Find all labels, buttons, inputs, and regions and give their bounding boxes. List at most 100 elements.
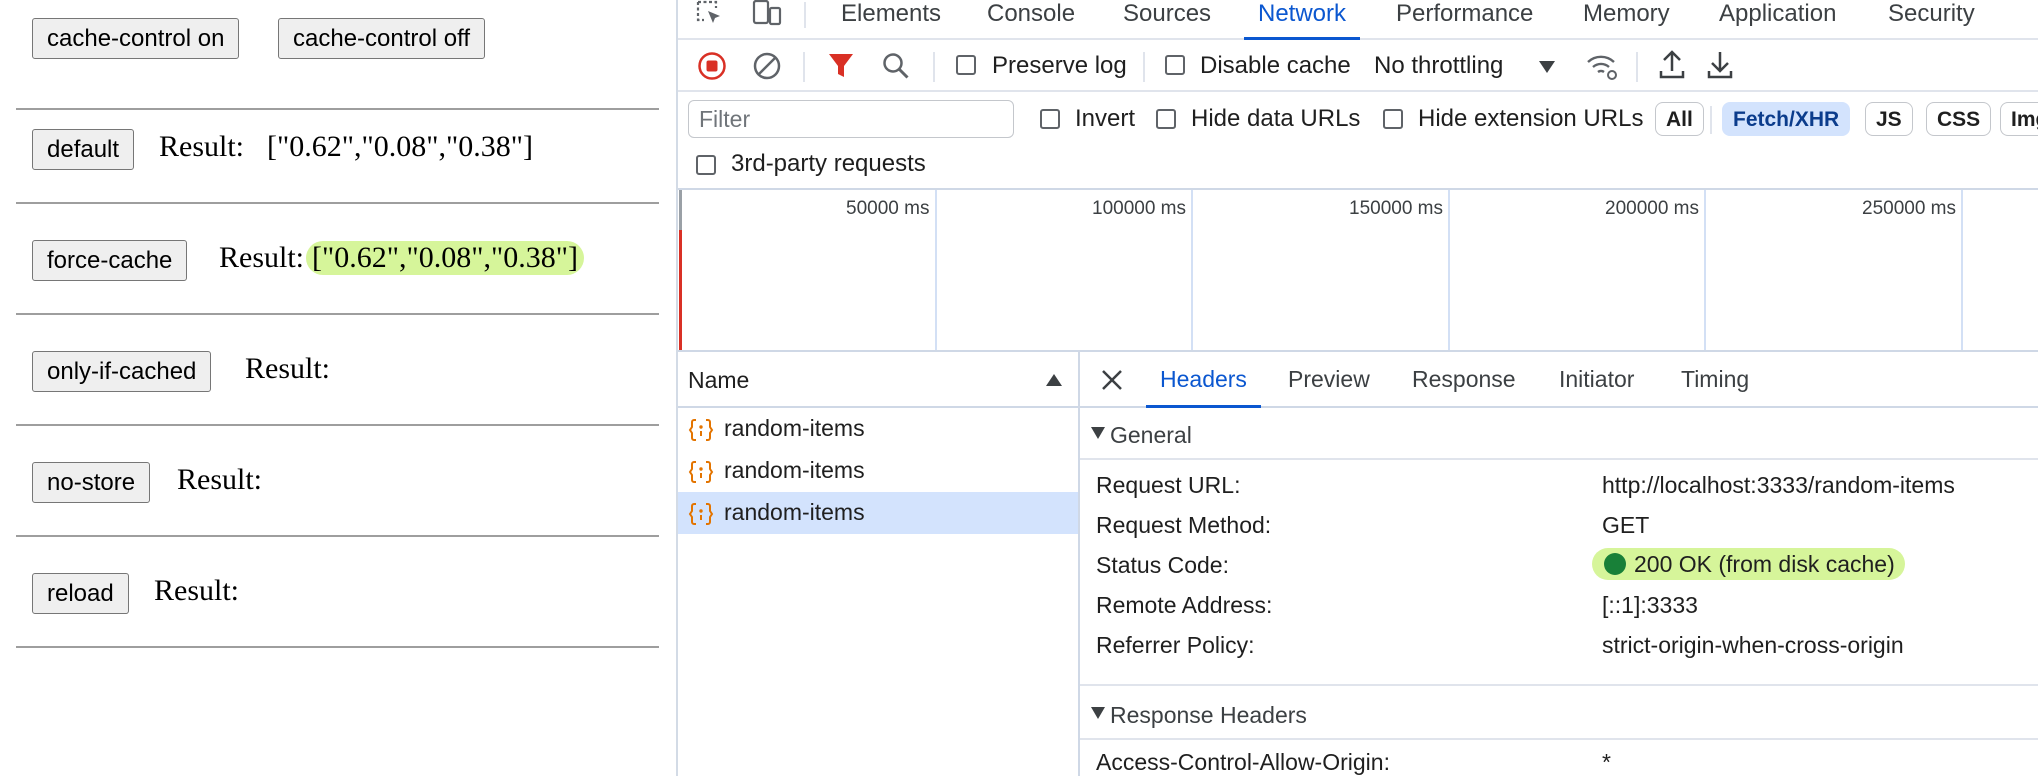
request-row-selected[interactable]: random-items — [678, 492, 1078, 534]
referrer-policy-value: strict-origin-when-cross-origin — [1602, 632, 1904, 658]
disable-cache-checkbox[interactable] — [1165, 55, 1185, 75]
tab-sources[interactable]: Sources — [1123, 0, 1211, 40]
request-list: Name random-items random-items random-it… — [678, 352, 1080, 776]
referrer-policy-key: Referrer Policy: — [1096, 632, 1255, 658]
chip-img[interactable]: Img — [2000, 102, 2038, 136]
tab-console[interactable]: Console — [987, 0, 1075, 40]
hide-extension-urls-label: Hide extension URLs — [1418, 105, 1644, 132]
devtools-tabbar: Elements Console Sources Network Perform… — [678, 0, 2038, 40]
tab-preview[interactable]: Preview — [1288, 366, 1370, 393]
hide-extension-urls-checkbox[interactable] — [1383, 109, 1403, 129]
chevron-down-icon[interactable] — [1538, 60, 1556, 79]
xhr-icon — [688, 459, 714, 490]
chip-js[interactable]: JS — [1865, 102, 1913, 136]
timeline-tick: 200000 ms — [1605, 198, 1700, 219]
third-party-checkbox[interactable] — [696, 155, 716, 175]
filter-icon[interactable] — [827, 51, 855, 86]
tab-elements[interactable]: Elements — [841, 0, 941, 40]
cache-control-off-button[interactable]: cache-control off — [278, 18, 485, 59]
reload-result-label: Result: — [154, 574, 240, 607]
default-button[interactable]: default — [32, 129, 135, 170]
invert-label: Invert — [1075, 105, 1136, 132]
remote-address-value: [::1]:3333 — [1602, 592, 1698, 618]
timeline-tick: 50000 ms — [846, 198, 930, 219]
request-name: random-items — [724, 499, 865, 525]
tab-security[interactable]: Security — [1888, 0, 1975, 40]
third-party-label: 3rd-party requests — [731, 150, 926, 177]
response-headers-section-header[interactable]: Response Headers — [1080, 688, 2038, 740]
reload-row: reload Result: — [16, 538, 659, 648]
only-if-cached-button[interactable]: only-if-cached — [32, 351, 212, 392]
force-cache-row: force-cache Result: ["0.62","0.08","0.38… — [16, 205, 659, 315]
tabbar-divider — [804, 2, 806, 28]
disable-cache-label: Disable cache — [1200, 52, 1351, 79]
inspect-element-icon[interactable] — [695, 0, 725, 33]
timeline-tick: 250000 ms — [1862, 198, 1957, 219]
triangle-down-icon — [1090, 426, 1106, 445]
close-icon[interactable] — [1100, 368, 1124, 397]
only-if-cached-result-label: Result: — [245, 352, 331, 385]
chip-all[interactable]: All — [1655, 102, 1704, 136]
default-row: default Result: ["0.62","0.08","0.38"] — [16, 94, 659, 204]
network-conditions-icon[interactable] — [1585, 50, 1619, 87]
tab-memory[interactable]: Memory — [1583, 0, 1670, 40]
stop-recording-icon[interactable] — [697, 51, 727, 86]
tab-application[interactable]: Application — [1719, 0, 1836, 40]
details-tabbar: Headers Preview Response Initiator Timin… — [1080, 352, 2038, 408]
name-column-header[interactable]: Name — [678, 352, 1078, 408]
response-header-key: Access-Control-Allow-Origin: — [1096, 749, 1390, 775]
xhr-icon — [688, 417, 714, 448]
invert-checkbox[interactable] — [1040, 109, 1060, 129]
timeline-request-bar — [679, 230, 682, 350]
import-har-icon[interactable] — [1658, 49, 1686, 86]
test-page: cache-control on cache-control off defau… — [0, 0, 676, 776]
request-details: Headers Preview Response Initiator Timin… — [1080, 352, 2038, 776]
only-if-cached-row: only-if-cached Result: — [16, 316, 659, 426]
tab-initiator[interactable]: Initiator — [1559, 366, 1634, 393]
request-name: random-items — [724, 457, 865, 483]
network-toolbar: Preserve log Disable cache No throttling — [678, 40, 2038, 92]
request-method-value: GET — [1602, 512, 1650, 538]
timeline-tick: 100000 ms — [1092, 198, 1187, 219]
no-store-button[interactable]: no-store — [32, 462, 151, 503]
request-url-key: Request URL: — [1096, 472, 1241, 498]
clear-icon[interactable] — [752, 51, 782, 86]
tab-timing[interactable]: Timing — [1681, 366, 1749, 393]
status-code-key: Status Code: — [1096, 552, 1229, 578]
xhr-icon — [688, 501, 714, 532]
request-method-key: Request Method: — [1096, 512, 1272, 538]
hide-data-urls-checkbox[interactable] — [1156, 109, 1176, 129]
device-toolbar-icon[interactable] — [751, 0, 783, 33]
cache-control-on-button[interactable]: cache-control on — [32, 18, 240, 59]
search-icon[interactable] — [881, 51, 911, 86]
throttling-select[interactable]: No throttling — [1374, 52, 1503, 80]
no-store-result-label: Result: — [177, 463, 263, 496]
devtools-panel: Elements Console Sources Network Perform… — [676, 0, 2038, 776]
tab-response[interactable]: Response — [1412, 366, 1516, 393]
preserve-log-label: Preserve log — [992, 52, 1127, 79]
force-cache-result-value: ["0.62","0.08","0.38"] — [306, 241, 584, 275]
status-code-value: 200 OK (from disk cache) — [1592, 548, 1905, 580]
force-cache-result-label: Result: — [219, 241, 305, 274]
sort-ascending-icon — [1046, 373, 1062, 391]
tab-headers[interactable]: Headers — [1146, 366, 1261, 408]
chip-fetch-xhr[interactable]: Fetch/XHR — [1722, 102, 1851, 136]
force-cache-button[interactable]: force-cache — [32, 240, 188, 281]
chip-css[interactable]: CSS — [1926, 102, 1992, 136]
response-header-value: * — [1602, 749, 1611, 775]
reload-button[interactable]: reload — [32, 573, 129, 614]
request-url-value: http://localhost:3333/random-items — [1602, 472, 1955, 498]
filter-input[interactable] — [688, 100, 1014, 138]
general-section-header[interactable]: General — [1080, 408, 2038, 460]
request-row[interactable]: random-items — [678, 408, 1078, 450]
default-result-label: Result: — [159, 130, 245, 163]
request-name: random-items — [724, 415, 865, 441]
timeline-overview[interactable]: 50000 ms 100000 ms 150000 ms 200000 ms 2… — [678, 190, 2038, 352]
request-row[interactable]: random-items — [678, 450, 1078, 492]
export-har-icon[interactable] — [1706, 49, 1734, 86]
preserve-log-checkbox[interactable] — [956, 55, 976, 75]
tab-network[interactable]: Network — [1243, 0, 1361, 40]
hide-data-urls-label: Hide data URLs — [1191, 105, 1361, 132]
tab-performance[interactable]: Performance — [1396, 0, 1533, 40]
no-store-row: no-store Result: — [16, 427, 659, 537]
